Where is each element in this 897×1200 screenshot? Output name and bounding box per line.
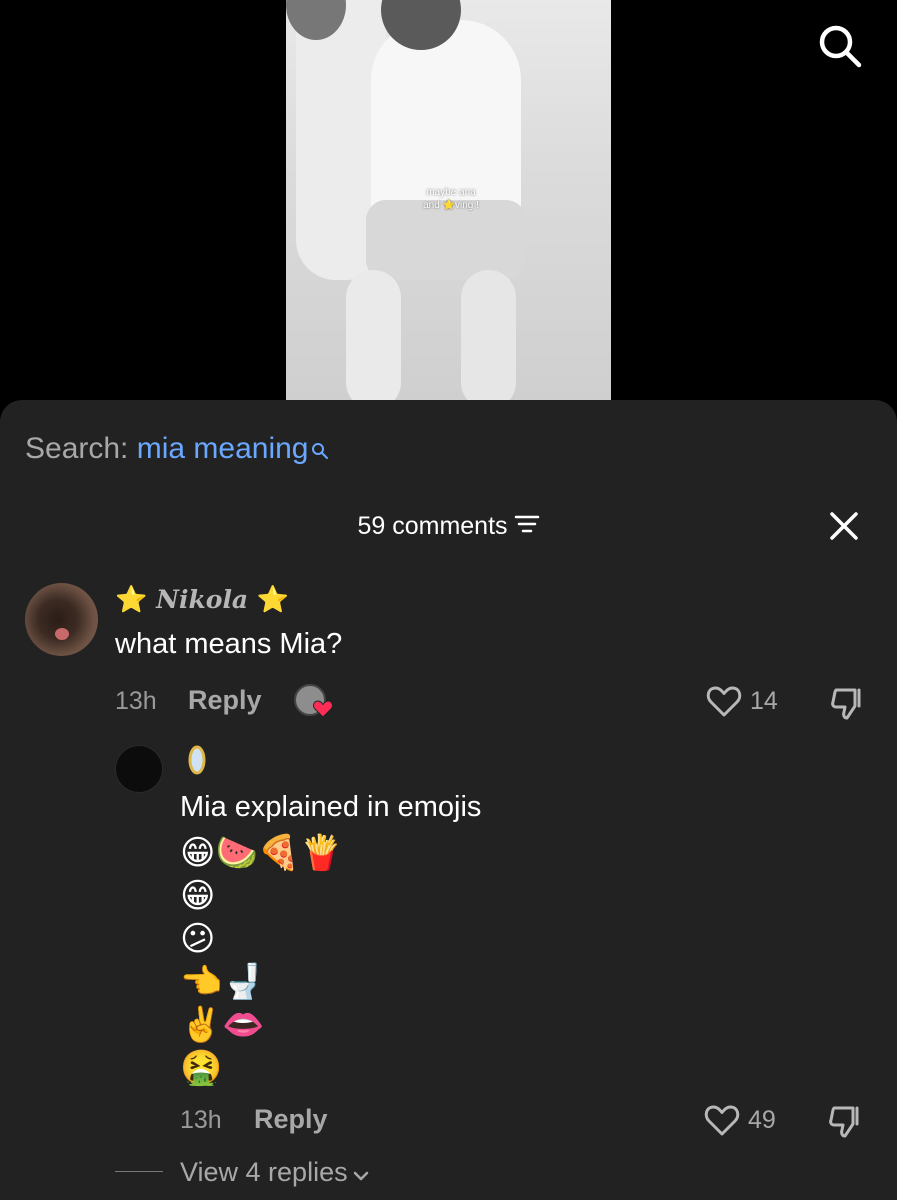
replies-divider (115, 1171, 163, 1172)
dislike-icon[interactable] (828, 684, 866, 722)
comments-count: 59 comments (357, 512, 508, 540)
emoji-line: 🤮 (180, 1049, 223, 1087)
search-icon[interactable] (816, 22, 864, 70)
emoji-line: 😁🍉🍕🍟 (180, 834, 343, 872)
emoji-line: 👈🚽 (180, 963, 265, 1001)
avatar[interactable] (115, 745, 163, 793)
comment-username[interactable]: ⭐ Nikola ⭐ (115, 585, 289, 615)
like-count: 14 (750, 687, 778, 715)
search-query[interactable]: mia meaning (137, 432, 309, 465)
comments-sheet: Search: mia meaning 59 comments ⭐ Nikola… (0, 400, 897, 1200)
view-replies-label: View 4 replies (180, 1157, 348, 1187)
search-suggestion[interactable]: Search: mia meaning (25, 432, 329, 468)
chevron-down-icon (352, 1158, 370, 1189)
reply-button[interactable]: Reply (254, 1104, 328, 1135)
heart-icon (313, 700, 333, 718)
emoji-lines: 😁🍉🍕🍟 😁 😕 👈🚽 ✌️👄 🤮 (180, 832, 342, 1090)
mirror-icon[interactable] (182, 740, 212, 780)
like-count: 49 (748, 1106, 776, 1134)
video-figure-leg-right (461, 270, 516, 400)
search-query-icon (311, 434, 329, 468)
comment-timestamp: 13h (115, 687, 157, 715)
video-figure-shorts (366, 200, 526, 280)
video-area[interactable]: maybe ana and ⭐️ving ! (0, 0, 897, 410)
sort-icon[interactable] (514, 513, 540, 542)
comment-timestamp: 13h (180, 1106, 222, 1134)
star-icon: ⭐ (256, 585, 290, 615)
video-caption-line2: and ⭐️ving ! (423, 200, 479, 211)
star-icon: ⭐ (115, 585, 148, 615)
avatar[interactable] (25, 583, 98, 656)
emoji-line: 😁 (180, 877, 216, 915)
comment-text: Mia explained in emojis (180, 791, 482, 823)
video-thumbnail[interactable]: maybe ana and ⭐️ving ! (286, 0, 611, 400)
reply-button[interactable]: Reply (188, 685, 262, 716)
video-caption: maybe ana and ⭐️ving ! (406, 186, 496, 212)
video-caption-line1: maybe ana (426, 187, 476, 198)
avatar-detail (55, 628, 69, 640)
dislike-icon[interactable] (826, 1102, 864, 1140)
search-prefix: Search: (25, 432, 137, 465)
like-heart-icon[interactable] (704, 1103, 740, 1137)
comment-text: what means Mia? (115, 628, 343, 660)
emoji-line: ✌️👄 (180, 1006, 265, 1044)
username-text: Nikola (156, 585, 249, 614)
view-replies-button[interactable]: View 4 replies (180, 1157, 370, 1189)
emoji-line: 😕 (180, 920, 216, 958)
comments-header: 59 comments (0, 512, 897, 542)
close-icon[interactable] (828, 510, 860, 542)
video-figure-leg-left (346, 270, 401, 400)
like-heart-icon[interactable] (706, 684, 742, 718)
